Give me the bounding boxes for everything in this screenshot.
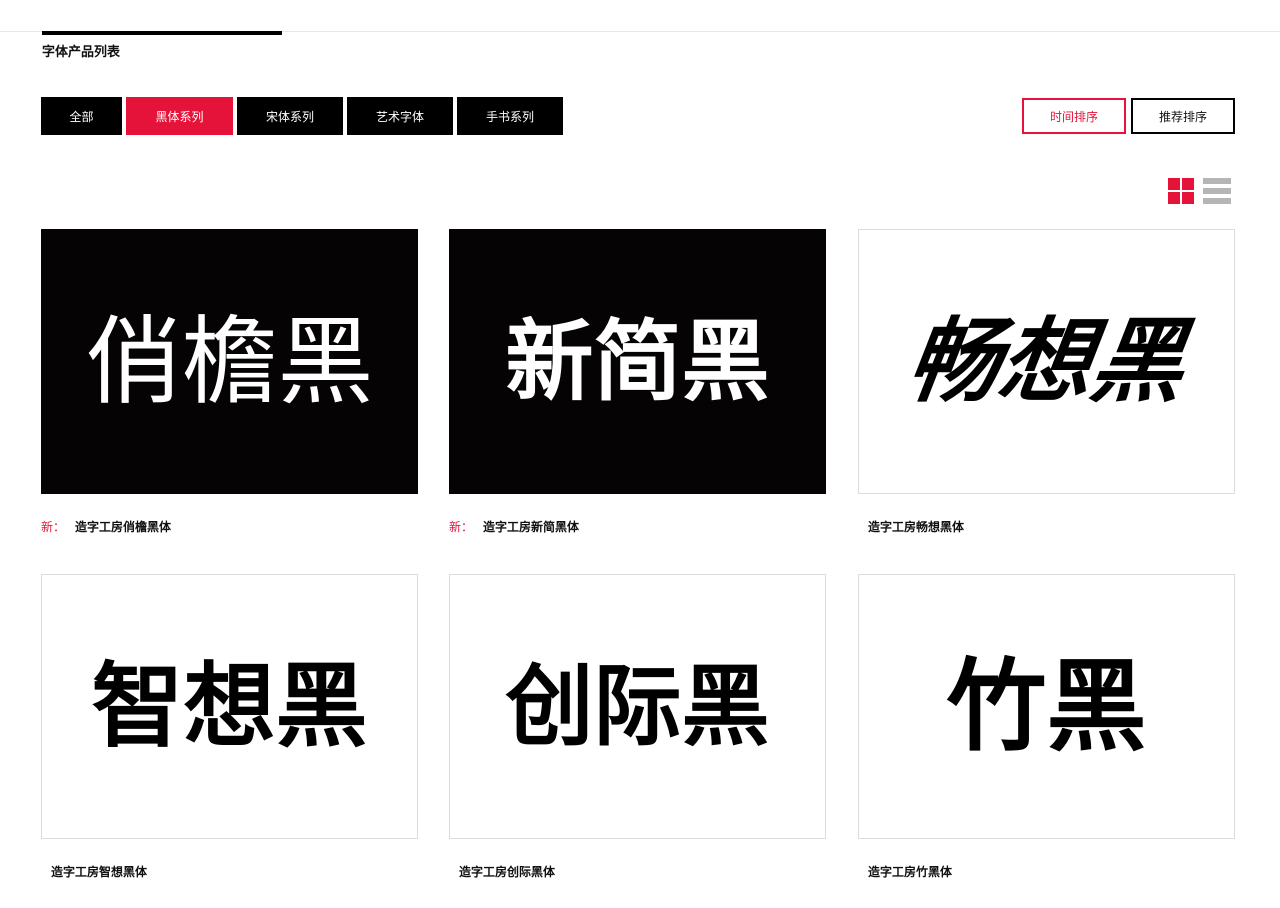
product-card: 竹黑 造字工房竹黑体 [858,574,1235,881]
sort-by-recommend-button[interactable]: 推荐排序 [1131,98,1235,134]
sort-by-time-button[interactable]: 时间排序 [1022,98,1126,134]
product-card: 畅想黑 造字工房畅想黑体 [858,229,1235,536]
product-name-link[interactable]: 造字工房智想黑体 [51,865,147,879]
product-name-link[interactable]: 造字工房俏檐黑体 [75,520,171,534]
product-card: 新简黑 新： 造字工房新简黑体 [449,229,826,536]
product-preview-image[interactable]: 竹黑 [858,574,1235,839]
view-toggles [1168,178,1231,204]
font-preview-text: 俏檐黑 [85,305,374,418]
product-card: 智想黑 造字工房智想黑体 [41,574,418,881]
filter-tab-handwriting[interactable]: 手书系列 [457,97,563,135]
product-preview-image[interactable]: 智想黑 [41,574,418,839]
product-caption: 新： 造字工房新简黑体 [449,518,826,536]
filter-tab-art[interactable]: 艺术字体 [347,97,453,135]
new-tag: 新： [449,520,474,534]
font-preview-text: 畅想黑 [901,307,1193,415]
product-name-link[interactable]: 造字工房新简黑体 [483,520,579,534]
product-preview-image[interactable]: 新简黑 [449,229,826,494]
product-card: 俏檐黑 新： 造字工房俏檐黑体 [41,229,418,536]
section-header-bar [42,31,282,35]
new-tag: 新： [41,520,66,534]
sort-options: 时间排序 推荐排序 [1022,98,1235,134]
product-preview-image[interactable]: 俏檐黑 [41,229,418,494]
product-preview-image[interactable]: 创际黑 [449,574,826,839]
font-preview-text: 竹黑 [946,647,1147,765]
list-line [1203,178,1231,184]
product-name-link[interactable]: 造字工房竹黑体 [868,865,952,879]
list-line [1203,188,1231,194]
grid-view-icon[interactable] [1168,178,1194,204]
filter-tab-all[interactable]: 全部 [41,97,122,135]
grid-cell [1168,178,1180,190]
list-line [1203,198,1231,204]
product-caption: 造字工房竹黑体 [858,863,1235,881]
product-preview-image[interactable]: 畅想黑 [858,229,1235,494]
product-name-link[interactable]: 造字工房创际黑体 [459,865,555,879]
section-title: 字体产品列表 [42,45,121,60]
product-caption: 造字工房畅想黑体 [858,518,1235,536]
grid-cell [1168,192,1180,204]
category-filter-tabs: 全部 黑体系列 宋体系列 艺术字体 手书系列 [41,97,567,135]
list-view-icon[interactable] [1203,178,1231,204]
product-card: 创际黑 造字工房创际黑体 [449,574,826,881]
product-caption: 造字工房创际黑体 [449,863,826,881]
font-preview-text: 新简黑 [505,309,770,413]
grid-cell [1182,192,1194,204]
grid-cell [1182,178,1194,190]
font-preview-text: 智想黑 [91,652,368,760]
font-product-page: 字体产品列表 全部 黑体系列 宋体系列 艺术字体 手书系列 时间排序 推荐排序 … [0,0,1280,908]
filter-tab-song[interactable]: 宋体系列 [237,97,343,135]
product-caption: 造字工房智想黑体 [41,863,418,881]
product-name-link[interactable]: 造字工房畅想黑体 [868,520,964,534]
font-preview-text: 创际黑 [505,654,770,758]
filter-tab-hei[interactable]: 黑体系列 [126,97,233,135]
product-caption: 新： 造字工房俏檐黑体 [41,518,418,536]
